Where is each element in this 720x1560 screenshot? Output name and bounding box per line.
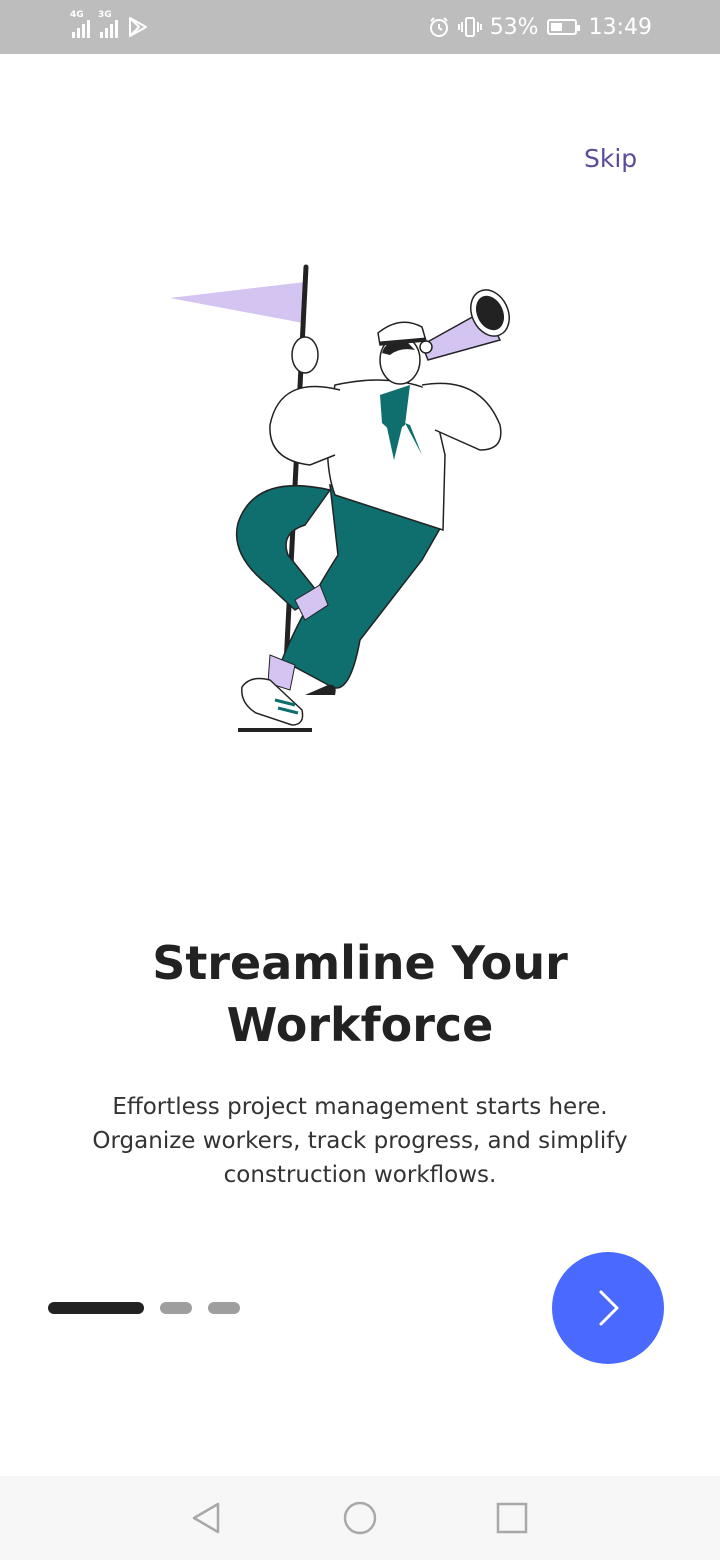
page-dot-2 [160, 1302, 192, 1314]
clock: 13:49 [588, 14, 652, 40]
battery-level-fill [550, 23, 563, 31]
desc-line-1: Effortless project management starts her… [112, 1094, 608, 1120]
chevron-right-icon [599, 1290, 619, 1326]
desc-line-3: construction workflows. [223, 1162, 497, 1188]
battery-percent: 53% [489, 14, 539, 40]
system-nav-bar [0, 1476, 720, 1560]
desc-line-2: Organize workers, track progress, and si… [92, 1128, 628, 1154]
status-bar: 4G 3G 53% 13:49 [0, 0, 720, 54]
page-dot-3 [208, 1302, 240, 1314]
signal-3g-icon: 3G [98, 10, 118, 38]
page-description: Effortless project management starts her… [60, 1090, 660, 1192]
title-line-2: Workforce [226, 998, 494, 1052]
network-type-1: 4G [70, 10, 84, 20]
play-store-icon [129, 17, 147, 37]
vibrate-icon [457, 17, 482, 37]
back-icon[interactable] [186, 1498, 226, 1538]
status-right-group: 53% 13:49 [428, 12, 652, 42]
sailor-illustration [170, 264, 510, 732]
page-dot-1 [48, 1302, 144, 1314]
next-button[interactable] [552, 1252, 664, 1364]
title-line-1: Streamline Your [152, 936, 568, 990]
battery-icon [546, 19, 580, 35]
home-icon[interactable] [340, 1498, 380, 1538]
signal-4g-icon: 4G [70, 10, 90, 38]
page-title: Streamline Your Workforce [60, 932, 660, 1056]
skip-button[interactable]: Skip [584, 144, 637, 173]
alarm-icon [429, 17, 448, 37]
recents-icon[interactable] [492, 1498, 532, 1538]
status-left-group: 4G 3G [70, 10, 148, 42]
network-type-2: 3G [98, 10, 112, 20]
page-indicator [48, 1302, 240, 1314]
